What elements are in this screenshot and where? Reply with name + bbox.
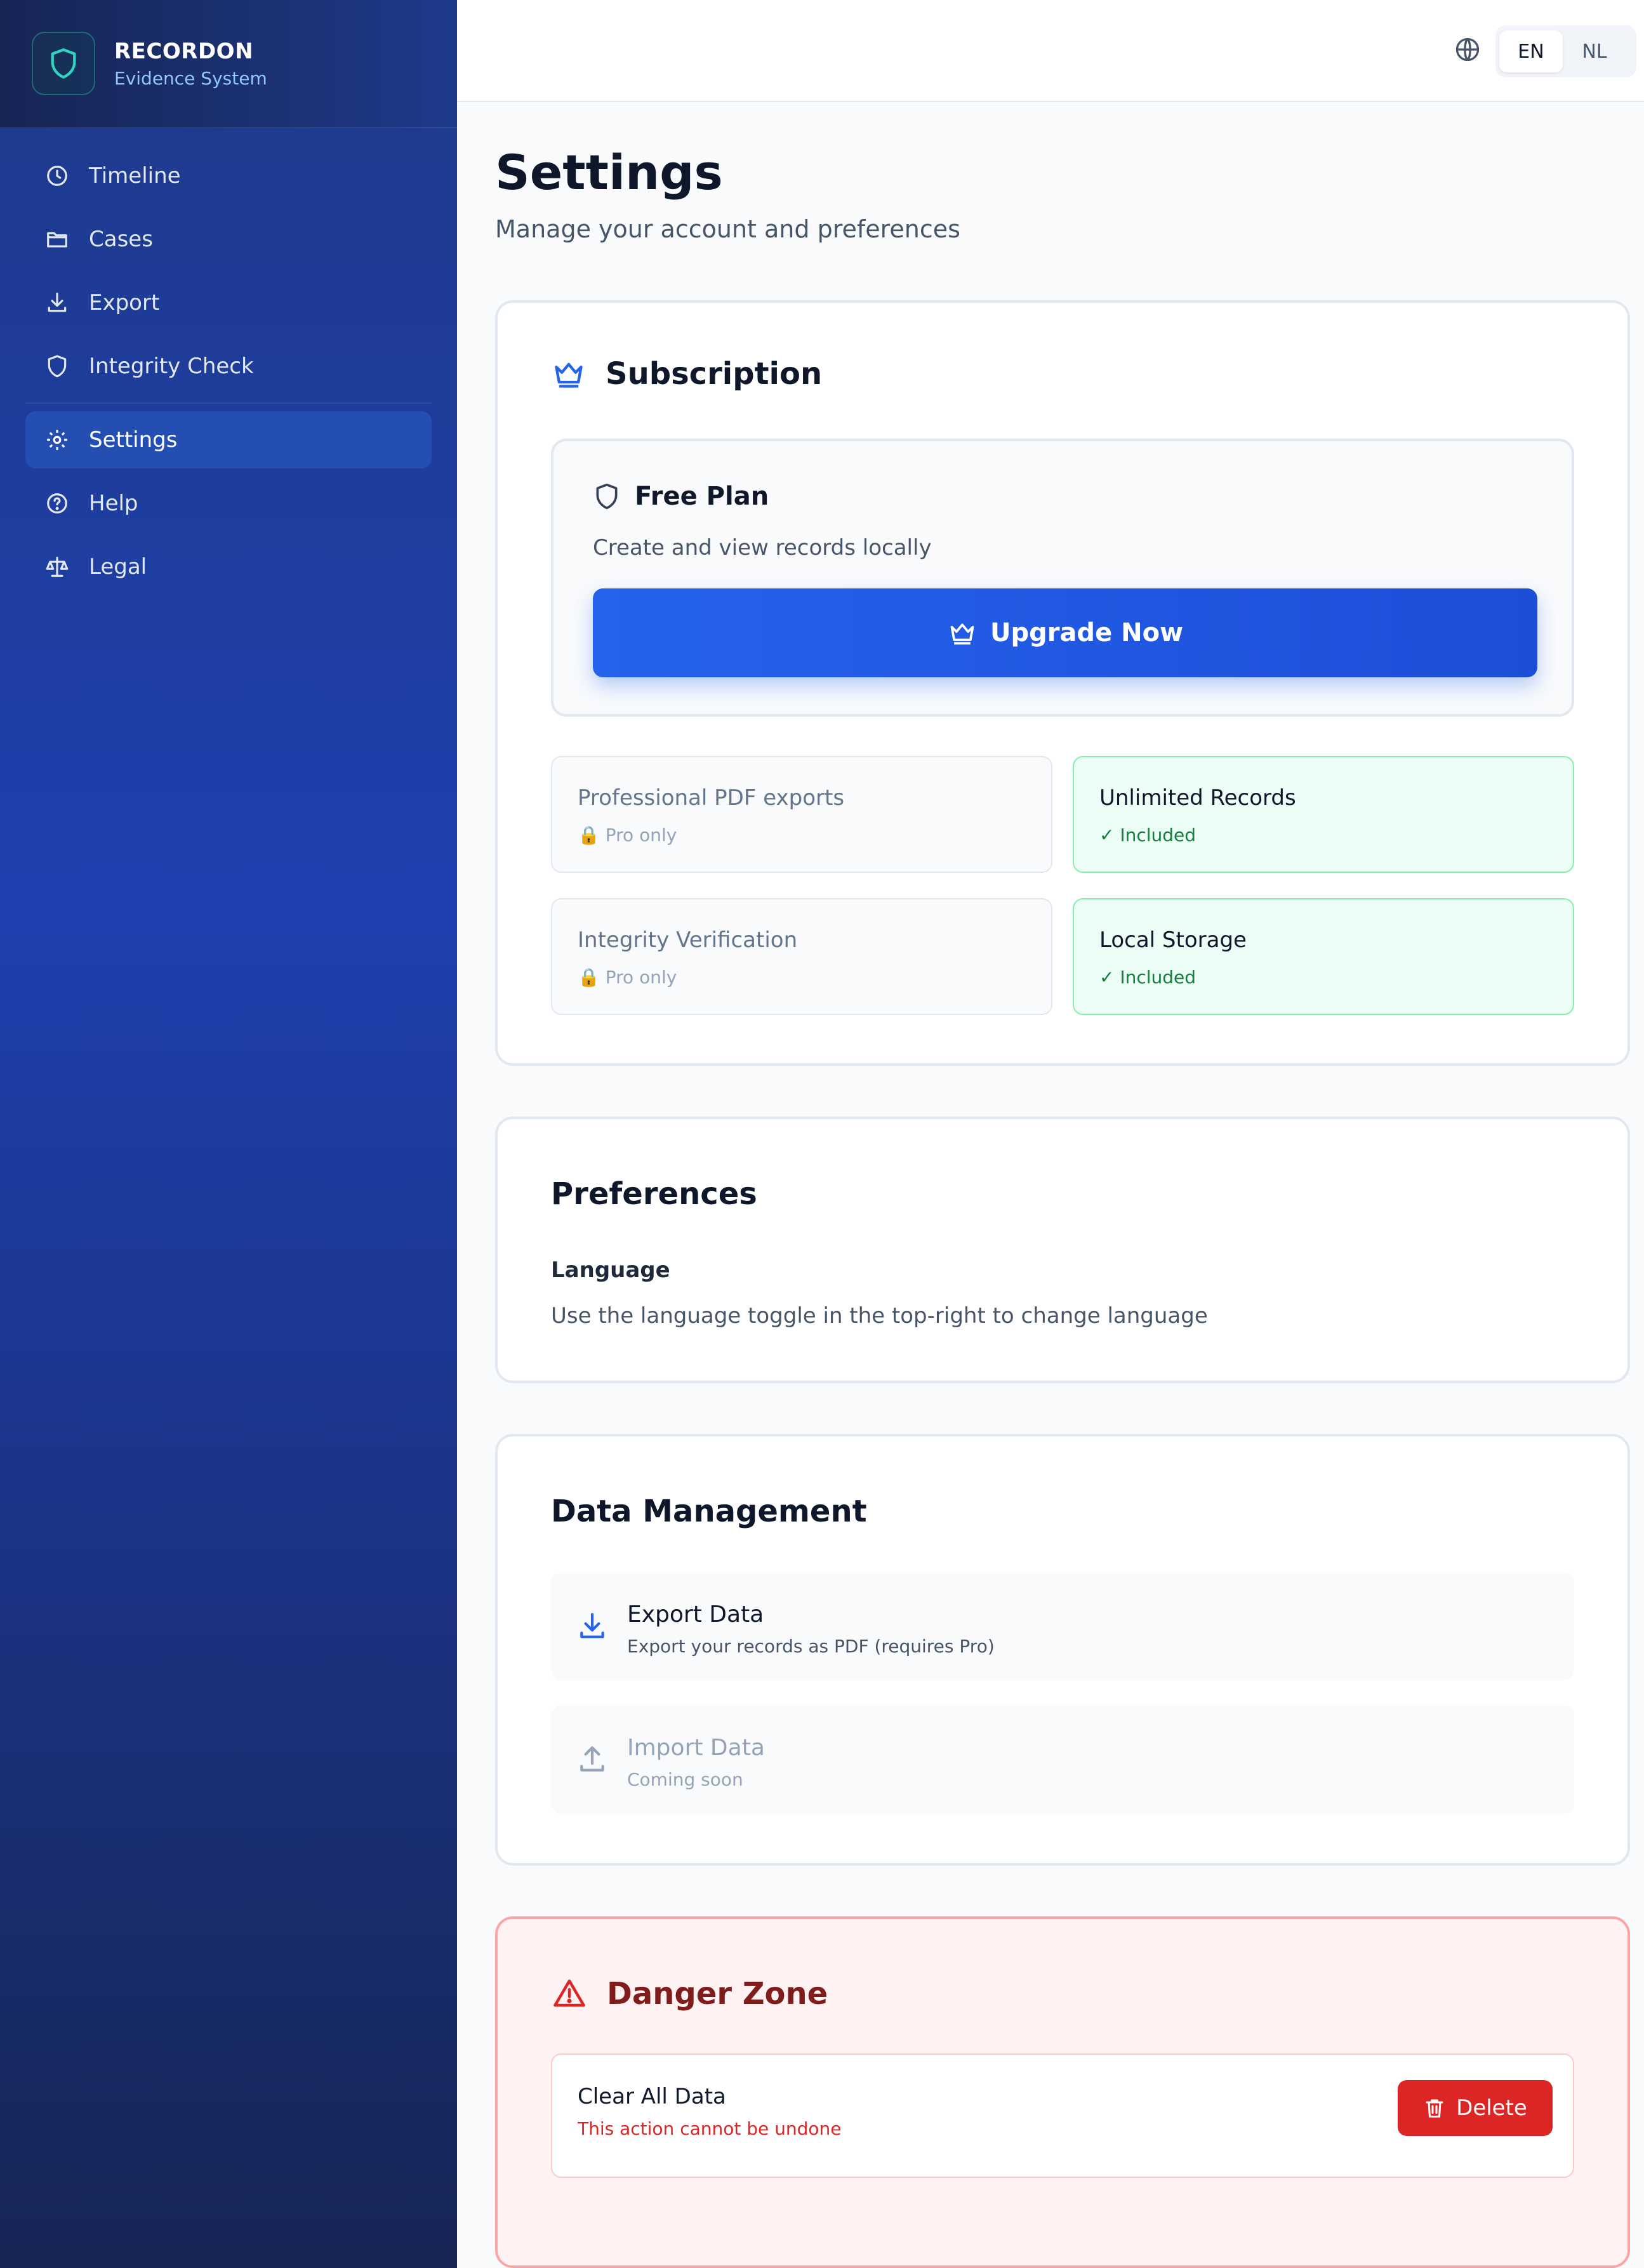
gear-icon — [44, 427, 70, 453]
plan-box: Free Plan Create and view records locall… — [551, 439, 1574, 717]
preferences-title: Preferences — [551, 1176, 757, 1212]
import-data-row: Import Data Coming soon — [551, 1706, 1574, 1814]
language-label: Language — [551, 1257, 670, 1283]
page-title: Settings — [495, 144, 723, 201]
feature-status: 🔒 Pro only — [578, 967, 677, 988]
import-data-title: Import Data — [627, 1735, 765, 1761]
feature-title: Professional PDF exports — [578, 785, 845, 811]
upload-icon — [580, 1746, 604, 1772]
language-en-button[interactable]: EN — [1499, 30, 1563, 72]
export-data-title: Export Data — [627, 1602, 764, 1628]
sidebar-item-export[interactable]: Export — [25, 274, 432, 331]
globe-icon — [1455, 37, 1480, 62]
brand-logo — [32, 32, 95, 95]
subscription-card: Subscription Free Plan Create and view r… — [495, 300, 1630, 1066]
sidebar-item-timeline[interactable]: Timeline — [25, 147, 432, 204]
sidebar-item-help[interactable]: Help — [25, 475, 432, 532]
data-management-card: Data Management Export Data Export your … — [495, 1434, 1630, 1866]
sidebar-item-label: Settings — [89, 427, 178, 453]
import-data-description: Coming soon — [627, 1769, 743, 1790]
sidebar: RECORDON Evidence System Timeline Cases … — [0, 0, 457, 2268]
feature-title: Local Storage — [1099, 927, 1247, 953]
trash-icon — [1426, 2099, 1443, 2118]
language-toggle: EN NL — [1495, 25, 1636, 77]
feature-title: Unlimited Records — [1099, 785, 1296, 811]
scale-icon — [44, 554, 70, 580]
danger-zone-title: Danger Zone — [607, 1976, 828, 2012]
help-circle-icon — [44, 491, 70, 516]
sidebar-item-label: Integrity Check — [89, 354, 254, 379]
preferences-card: Preferences Language Use the language to… — [495, 1117, 1630, 1383]
sidebar-item-label: Legal — [89, 554, 147, 580]
shield-icon — [44, 354, 70, 379]
sidebar-item-settings[interactable]: Settings — [25, 411, 432, 468]
feature-local-storage: Local Storage ✓ Included — [1073, 898, 1574, 1015]
language-description: Use the language toggle in the top-right… — [551, 1303, 1208, 1329]
upgrade-now-button[interactable]: Upgrade Now — [593, 588, 1537, 677]
danger-zone-card: Danger Zone Clear All Data This action c… — [495, 1916, 1630, 2268]
sidebar-item-label: Timeline — [89, 163, 181, 189]
data-management-title: Data Management — [551, 1494, 867, 1529]
delete-label: Delete — [1456, 2095, 1527, 2121]
feature-pdf-exports: Professional PDF exports 🔒 Pro only — [551, 756, 1052, 873]
clock-icon — [44, 163, 70, 189]
sidebar-item-cases[interactable]: Cases — [25, 211, 432, 268]
crown-icon — [555, 362, 583, 388]
export-data-description: Export your records as PDF (requires Pro… — [627, 1636, 995, 1657]
page-subtitle: Manage your account and preferences — [495, 215, 960, 243]
shield-icon — [596, 483, 618, 510]
warning-triangle-icon — [554, 1979, 585, 2007]
delete-button[interactable]: Delete — [1398, 2080, 1553, 2136]
shield-logo-icon — [51, 48, 76, 79]
clear-data-row: Clear All Data This action cannot be und… — [551, 2053, 1574, 2178]
feature-status: ✓ Included — [1099, 967, 1197, 988]
feature-unlimited-records: Unlimited Records ✓ Included — [1073, 756, 1574, 873]
plan-description: Create and view records locally — [593, 535, 932, 560]
brand-name: RECORDON — [114, 38, 254, 64]
crown-icon — [950, 623, 974, 645]
export-data-row[interactable]: Export Data Export your records as PDF (… — [551, 1572, 1574, 1680]
top-bar: EN NL — [457, 0, 1644, 102]
feature-status: ✓ Included — [1099, 825, 1197, 846]
subscription-title: Subscription — [606, 356, 823, 392]
sidebar-item-label: Cases — [89, 227, 153, 252]
nav-divider — [25, 402, 432, 404]
brand-subtitle: Evidence System — [114, 67, 267, 89]
feature-status: 🔒 Pro only — [578, 825, 677, 846]
sidebar-item-legal[interactable]: Legal — [25, 538, 432, 595]
folder-icon — [44, 227, 70, 252]
upgrade-label: Upgrade Now — [990, 618, 1184, 647]
feature-title: Integrity Verification — [578, 927, 798, 953]
download-icon — [580, 1613, 604, 1638]
sidebar-item-label: Export — [89, 290, 160, 315]
language-nl-button[interactable]: NL — [1563, 30, 1626, 72]
clear-data-title: Clear All Data — [578, 2084, 726, 2109]
download-icon — [44, 290, 70, 315]
sidebar-item-integrity-check[interactable]: Integrity Check — [25, 338, 432, 395]
feature-integrity-verification: Integrity Verification 🔒 Pro only — [551, 898, 1052, 1015]
brand: RECORDON Evidence System — [0, 0, 457, 128]
plan-name: Free Plan — [635, 482, 769, 511]
clear-data-description: This action cannot be undone — [578, 2118, 842, 2139]
sidebar-item-label: Help — [89, 491, 138, 516]
sidebar-nav: Timeline Cases Export Integrity Check Se… — [0, 128, 457, 621]
